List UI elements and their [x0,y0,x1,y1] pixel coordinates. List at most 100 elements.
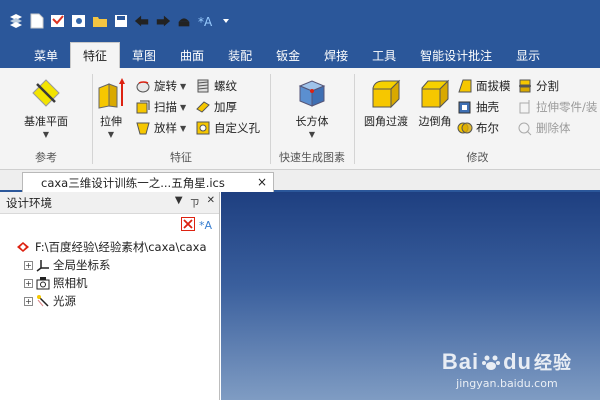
box-label: 长方体 [295,115,329,128]
new-file-icon[interactable] [29,12,45,30]
boolean-button[interactable]: 布尔 [457,119,499,137]
tab-menu[interactable]: 菜单 [22,42,70,68]
panel-menu-dropdown-icon[interactable]: ▼ [175,195,183,210]
expand-icon[interactable]: + [24,296,33,306]
email-icon[interactable] [50,12,66,30]
tree-item-light-source[interactable]: + 光源 [16,292,219,310]
delete-x-icon[interactable] [181,217,195,231]
group-quick-generate: 长方体 ▼ 快速生成图素 [271,68,353,170]
chevron-down-icon: ▼ [180,81,187,91]
panel-header: 设计环境 ▼ ㄗ ✕ [0,192,219,214]
tab-welding[interactable]: 焊接 [312,42,360,68]
design-tree: F:\百度经验\经验素材\caxa\caxa + 全局坐标系 + 照相机 + 光… [0,234,219,310]
thread-icon [197,79,209,93]
group-label-feature: 特征 [170,151,192,164]
tree-item-camera[interactable]: + 照相机 [16,274,219,292]
custom-hole-label: 自定义孔 [214,121,260,135]
expand-icon[interactable]: + [24,278,33,288]
extrude-button[interactable]: 拉伸 ▼ [93,76,129,139]
boolean-icon [457,122,473,134]
thicken-icon [196,101,210,113]
svg-text:*A: *A [198,15,213,29]
panel-title: 设计环境 [6,195,52,210]
draft-icon [458,79,472,93]
expand-icon[interactable]: + [24,260,33,270]
settings-doc-icon[interactable] [71,12,87,30]
revolve-button[interactable]: 旋转 ▼ [135,77,186,95]
shell-button[interactable]: 抽壳 [457,98,499,116]
camera-icon [36,277,50,290]
delete-body-label: 删除体 [536,121,571,135]
extrude-label: 拉伸 [100,115,122,128]
sparkle-icon[interactable]: *A [199,217,213,231]
sweep-label: 扫描 [154,100,177,114]
tab-sketch[interactable]: 草图 [120,42,168,68]
thread-button[interactable]: 螺纹 [195,77,237,95]
tab-smart-design-annotation[interactable]: 智能设计批注 [408,42,504,68]
extrude-part-button[interactable]: 拉伸零件/装 [517,98,597,116]
draft-label: 面拔模 [476,79,511,93]
boolean-label: 布尔 [476,121,499,135]
group-reference: 基准平面 ▼ 参考 [0,68,92,170]
datum-plane-icon [32,79,60,107]
tab-tools[interactable]: 工具 [360,42,408,68]
chevron-down-icon: ▼ [107,130,115,139]
extrude-part-label: 拉伸零件/装 [536,100,598,114]
draft-button[interactable]: 面拔模 [457,77,511,95]
datum-plane-label: 基准平面 [24,115,68,128]
tree-item-label: 全局坐标系 [53,258,111,272]
app-logo-icon[interactable] [8,12,24,30]
split-button[interactable]: 分割 [517,77,559,95]
custom-hole-button[interactable]: 自定义孔 [195,119,260,137]
revolve-label: 旋转 [154,79,177,93]
thicken-label: 加厚 [214,100,237,114]
3d-viewport[interactable]: Bai du 经验 jingyan.baidu.com [221,192,600,400]
fillet-icon [372,79,401,109]
tree-root[interactable]: F:\百度经验\经验素材\caxa\caxa [16,238,219,256]
box-icon [298,80,326,107]
group-label-reference: 参考 [35,151,57,164]
revolve-icon [136,81,150,93]
tab-assembly[interactable]: 装配 [216,42,264,68]
custom-hole-icon [196,121,210,135]
render-icon[interactable] [176,12,192,30]
pin-icon[interactable]: ㄗ [190,195,200,210]
coordinate-system-icon [36,260,49,272]
split-label: 分割 [536,79,559,93]
document-tab[interactable]: caxa三维设计训练一之...五角星.ics × [22,172,274,192]
watermark-brand-c: 经验 [534,353,572,373]
tab-sheet-metal[interactable]: 钣金 [264,42,312,68]
watermark-url: jingyan.baidu.com [456,377,558,390]
chamfer-button[interactable]: 边倒角 [415,76,455,129]
light-source-icon [37,295,49,307]
fillet-button[interactable]: 圆角过渡 [359,76,413,129]
sweep-button[interactable]: 扫描 ▼ [135,98,186,116]
shell-label: 抽壳 [476,100,499,114]
tab-feature[interactable]: 特征 [70,42,121,68]
redo-icon[interactable] [155,12,171,30]
document-tab-title: caxa三维设计训练一之...五角星.ics [41,175,225,190]
paw-icon [482,355,501,370]
tree-item-global-coordinate[interactable]: + 全局坐标系 [16,256,219,274]
ribbon-tabs: 菜单 特征 草图 曲面 装配 钣金 焊接 工具 智能设计批注 显示 [0,42,600,68]
close-icon[interactable]: ✕ [207,195,215,210]
ribbon-panel: 基准平面 ▼ 参考 拉伸 ▼ 旋转 ▼ 扫描 ▼ 放样 ▼ 螺纹 加厚 自定义孔… [0,68,600,170]
tab-display[interactable]: 显示 [504,42,552,68]
close-icon[interactable]: × [257,175,267,189]
split-icon [519,79,531,93]
datum-plane-button[interactable]: 基准平面 ▼ [20,76,72,139]
save-icon[interactable] [113,12,129,30]
sparkle-icon[interactable]: *A [197,12,213,30]
delete-body-button[interactable]: 删除体 [517,119,571,137]
thicken-button[interactable]: 加厚 [195,98,237,116]
quick-access-toolbar: *A [0,0,600,42]
box-button[interactable]: 长方体 ▼ [287,76,337,139]
undo-icon[interactable] [134,12,150,30]
loft-button[interactable]: 放样 ▼ [135,119,186,137]
open-folder-icon[interactable] [92,12,108,30]
chevron-down-icon: ▼ [42,130,50,139]
tab-surface[interactable]: 曲面 [168,42,216,68]
tree-root-label: F:\百度经验\经验素材\caxa\caxa [35,240,207,254]
loft-label: 放样 [154,121,177,135]
customize-dropdown-icon[interactable] [218,12,234,30]
